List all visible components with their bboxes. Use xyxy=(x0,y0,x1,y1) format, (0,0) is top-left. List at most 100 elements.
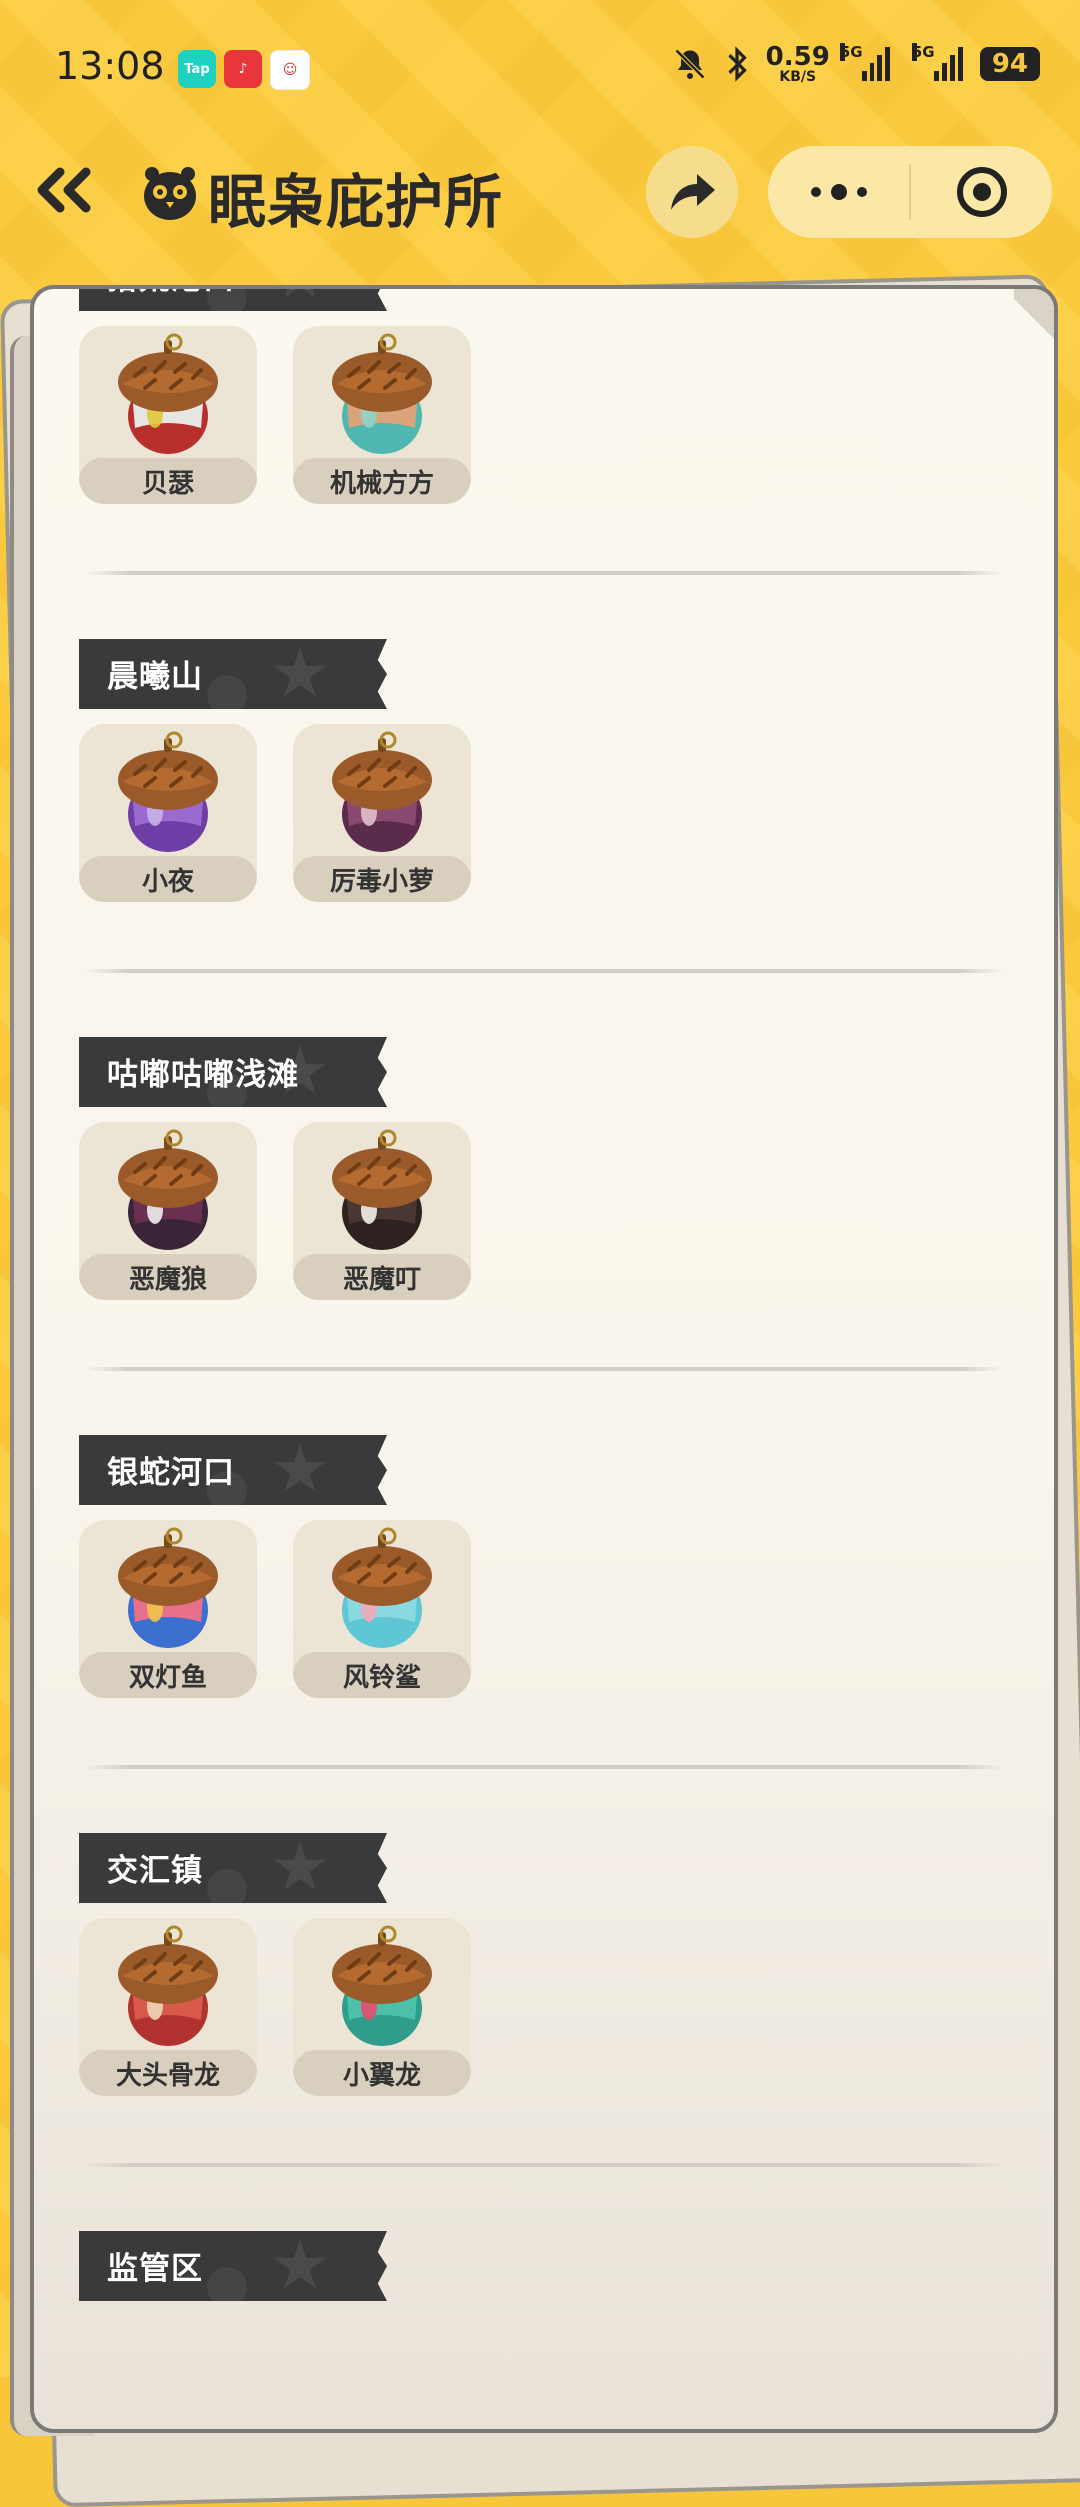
creature-name: 双灯鱼 xyxy=(128,1662,207,1693)
record-target-icon xyxy=(956,167,1007,217)
header-star-decoration xyxy=(274,1443,326,1493)
creature-label-bar: 恶魔叮 xyxy=(293,1254,471,1300)
creature-label-bar: 厉毒小萝 xyxy=(293,856,471,902)
mini-program-capsule xyxy=(768,146,1052,238)
mute-bell-icon xyxy=(674,48,705,80)
share-button[interactable] xyxy=(646,146,738,238)
creature-card[interactable]: 机械方方 xyxy=(293,326,471,504)
tap-app-label: Tap xyxy=(184,61,210,77)
header-star-decoration xyxy=(274,2239,326,2289)
section-divider xyxy=(84,1765,1004,1769)
section-divider xyxy=(84,571,1004,575)
creature-card[interactable]: 大头骨龙 xyxy=(79,1918,257,2096)
header-star-decoration xyxy=(274,289,326,299)
bluetooth-icon xyxy=(728,46,747,82)
creature-label-bar: 机械方方 xyxy=(293,458,471,504)
creature-label-bar: 贝瑟 xyxy=(79,458,257,504)
more-button[interactable] xyxy=(768,146,909,238)
creature-card[interactable]: 厉毒小萝 xyxy=(293,724,471,902)
collection-card[interactable]: 拾荒港口贝瑟 机械方方晨曦山小夜 厉毒小萝咕嘟咕嘟浅滩恶魔狼 恶魔叮银蛇河口双灯鱼 风铃… xyxy=(30,285,1058,2433)
region-title: 银蛇河口 xyxy=(107,1455,235,1491)
creature-label-bar: 小翼龙 xyxy=(293,2050,471,2096)
acorn-creature-icon xyxy=(118,1527,218,1648)
region-title: 咕嘟咕嘟浅滩 xyxy=(107,1057,299,1093)
acorn-creature-icon xyxy=(332,1925,432,2046)
acorn-creature-icon xyxy=(332,333,432,454)
creature-label-bar: 小夜 xyxy=(79,856,257,902)
signal-5g-icon-2: 5G xyxy=(904,43,966,81)
acorn-creature-icon xyxy=(118,333,218,454)
double-chevron-left-icon xyxy=(37,167,91,213)
card-corner-fold xyxy=(1014,289,1054,349)
creature-list: 贝瑟 机械方方 xyxy=(79,326,471,504)
creature-card[interactable]: 贝瑟 xyxy=(79,326,257,504)
creature-card[interactable]: 小夜 xyxy=(79,724,257,902)
creature-name: 风铃鲨 xyxy=(342,1662,421,1693)
close-mini-program-button[interactable] xyxy=(911,146,1052,238)
header-star-decoration xyxy=(274,1841,326,1891)
creature-name: 小夜 xyxy=(141,866,194,897)
net-speed-value: 0.59 xyxy=(765,42,830,72)
region-header: 监管区 xyxy=(79,2231,387,2301)
creature-label-bar: 恶魔狼 xyxy=(79,1254,257,1300)
back-button[interactable] xyxy=(30,160,100,220)
creature-list: 双灯鱼 风铃鲨 xyxy=(79,1520,471,1698)
region-header: 银蛇河口 xyxy=(79,1435,387,1505)
creature-name: 贝瑟 xyxy=(141,468,194,499)
acorn-creature-icon xyxy=(118,731,218,852)
header-dot-decoration xyxy=(207,1869,247,1903)
header-dot-decoration xyxy=(207,675,247,709)
status-bar: 13:08 Tap ♪ ☺ 0.59 KB/S 5G 5G 94 xyxy=(0,0,1080,140)
creature-name: 大头骨龙 xyxy=(115,2060,220,2091)
region-header: 交汇镇 xyxy=(79,1833,387,1903)
net-speed-unit: KB/S xyxy=(779,69,817,85)
creature-name: 恶魔狼 xyxy=(128,1264,207,1295)
creature-card[interactable]: 恶魔狼 xyxy=(79,1122,257,1300)
section-divider xyxy=(84,969,1004,973)
signal-5g-icon-1: 5G xyxy=(839,43,890,81)
acorn-creature-icon xyxy=(332,1129,432,1250)
creature-name: 恶魔叮 xyxy=(342,1264,421,1295)
region-title: 拾荒港口 xyxy=(107,289,235,298)
creature-card[interactable]: 小翼龙 xyxy=(293,1918,471,2096)
creature-list: 小夜 厉毒小萝 xyxy=(79,724,471,902)
region-title: 晨曦山 xyxy=(107,659,203,695)
owl-logo-icon xyxy=(138,160,202,224)
creature-label-bar: 大头骨龙 xyxy=(79,2050,257,2096)
signal-label-1: 5G xyxy=(839,43,863,61)
creature-name: 小翼龙 xyxy=(342,2060,421,2091)
acorn-creature-icon xyxy=(118,1129,218,1250)
battery-indicator: 94 xyxy=(979,47,1040,81)
page-title: 眠枭庇护所 xyxy=(208,168,504,236)
section-divider xyxy=(84,1367,1004,1371)
share-arrow-icon xyxy=(671,174,715,210)
status-time: 13:08 xyxy=(55,44,165,88)
region-header: 拾荒港口 xyxy=(79,289,387,311)
creature-card[interactable]: 风铃鲨 xyxy=(293,1520,471,1698)
creature-label-bar: 双灯鱼 xyxy=(79,1652,257,1698)
acorn-creature-icon xyxy=(118,1925,218,2046)
more-dot-right xyxy=(856,187,867,197)
header-star-decoration xyxy=(274,647,326,697)
creature-card[interactable]: 恶魔叮 xyxy=(293,1122,471,1300)
more-dots-icon xyxy=(810,187,821,197)
signal-label-2: 5G xyxy=(911,43,935,61)
system-icons: 0.59 KB/S 5G 5G 94 xyxy=(672,43,1040,84)
tap-app-icon: Tap xyxy=(178,50,216,88)
creature-name: 厉毒小萝 xyxy=(329,866,434,897)
acorn-creature-icon xyxy=(332,731,432,852)
creature-name: 机械方方 xyxy=(329,468,434,499)
creature-list: 恶魔狼 恶魔叮 xyxy=(79,1122,471,1300)
game-app-icon: ☺ xyxy=(270,50,310,90)
creature-card[interactable]: 双灯鱼 xyxy=(79,1520,257,1698)
section-divider xyxy=(84,2163,1004,2167)
region-header: 晨曦山 xyxy=(79,639,387,709)
region-title: 交汇镇 xyxy=(107,1853,203,1889)
region-title: 监管区 xyxy=(107,2251,203,2287)
header-dot-decoration xyxy=(207,2267,247,2301)
music-app-icon: ♪ xyxy=(224,50,262,88)
acorn-creature-icon xyxy=(332,1527,432,1648)
creature-label-bar: 风铃鲨 xyxy=(293,1652,471,1698)
net-speed: 0.59 KB/S xyxy=(766,44,830,84)
creature-list: 大头骨龙 小翼龙 xyxy=(79,1918,471,2096)
